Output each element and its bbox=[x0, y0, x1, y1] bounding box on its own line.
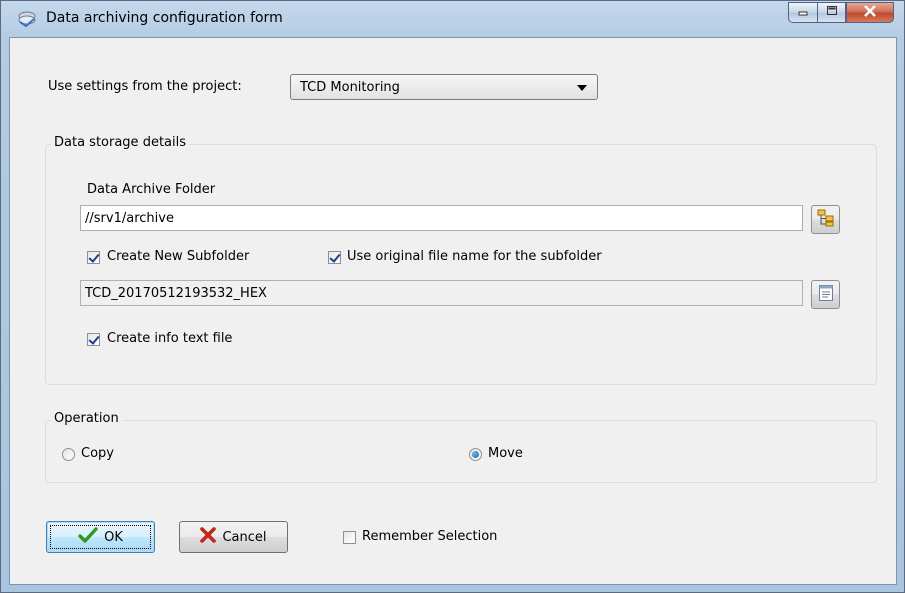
storage-group-title: Data storage details bbox=[51, 135, 189, 150]
subfolder-name-value: TCD_20170512193532_HEX bbox=[85, 286, 267, 301]
close-icon bbox=[863, 4, 877, 21]
dialog-window: Data archiving configuration form Use se… bbox=[0, 0, 905, 593]
create-subfolder-checkbox[interactable] bbox=[87, 251, 100, 264]
cancel-button-label: Cancel bbox=[222, 529, 267, 545]
cancel-button[interactable]: Cancel bbox=[179, 521, 288, 553]
move-radio[interactable] bbox=[469, 448, 482, 461]
copy-radio-label: Copy bbox=[81, 446, 114, 461]
create-subfolder-label: Create New Subfolder bbox=[107, 249, 250, 264]
subfolder-name-field[interactable]: TCD_20170512193532_HEX bbox=[80, 280, 803, 306]
archive-folder-label: Data Archive Folder bbox=[87, 182, 216, 197]
caption-buttons bbox=[788, 2, 894, 24]
window-title: Data archiving configuration form bbox=[46, 10, 283, 26]
text-file-icon bbox=[818, 284, 834, 306]
copy-radio[interactable] bbox=[62, 448, 75, 461]
move-radio-label: Move bbox=[488, 446, 523, 461]
dialog-client-area: Use settings from the project: TCD Monit… bbox=[9, 37, 897, 585]
project-label: Use settings from the project: bbox=[48, 79, 242, 94]
storage-groupbox bbox=[45, 144, 877, 385]
use-original-name-label: Use original file name for the subfolder bbox=[347, 249, 602, 264]
browse-folder-button[interactable] bbox=[811, 205, 840, 234]
maximize-icon bbox=[826, 5, 838, 20]
chevron-down-icon bbox=[577, 85, 587, 91]
title-bar[interactable]: Data archiving configuration form bbox=[1, 1, 905, 37]
use-original-name-checkbox[interactable] bbox=[328, 251, 341, 264]
focus-rectangle bbox=[50, 525, 151, 549]
edit-subfolder-name-button[interactable] bbox=[811, 280, 840, 309]
archive-folder-input[interactable]: //srv1/archive bbox=[80, 205, 803, 231]
app-icon bbox=[17, 10, 37, 28]
minimize-button[interactable] bbox=[788, 2, 817, 23]
project-select[interactable]: TCD Monitoring bbox=[290, 74, 598, 100]
maximize-button[interactable] bbox=[817, 2, 846, 23]
create-info-file-checkbox[interactable] bbox=[87, 333, 100, 346]
ok-button[interactable]: OK bbox=[46, 521, 155, 553]
operation-groupbox bbox=[45, 420, 877, 483]
x-icon bbox=[200, 527, 217, 547]
create-info-file-label: Create info text file bbox=[107, 331, 233, 346]
minimize-icon bbox=[797, 5, 809, 20]
remember-selection-label: Remember Selection bbox=[362, 529, 498, 544]
folder-tree-icon bbox=[817, 209, 835, 231]
close-button[interactable] bbox=[846, 2, 894, 23]
remember-selection-checkbox[interactable] bbox=[343, 531, 356, 544]
project-select-value: TCD Monitoring bbox=[300, 80, 400, 95]
operation-group-title: Operation bbox=[51, 411, 122, 426]
archive-folder-value: //srv1/archive bbox=[85, 211, 174, 226]
